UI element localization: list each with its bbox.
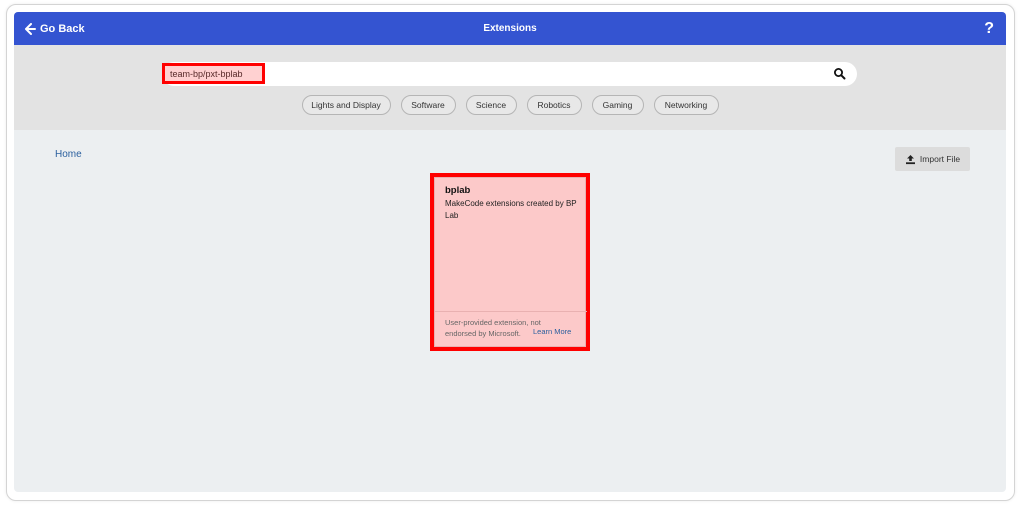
header-bar: Go Back Extensions ?	[14, 12, 1006, 45]
import-file-button[interactable]: Import File	[895, 147, 970, 171]
extension-description: MakeCode extensions created by BP Lab	[445, 199, 577, 220]
extension-name: bplab	[445, 185, 471, 196]
chip-software[interactable]: Software	[400, 95, 456, 115]
search-icon[interactable]	[833, 67, 847, 81]
chip-lights-and-display[interactable]: Lights and Display	[301, 95, 391, 115]
extension-card-body: bplab MakeCode extensions created by BP …	[434, 177, 587, 347]
go-back-button[interactable]: Go Back	[24, 12, 85, 45]
extension-card[interactable]: bplab MakeCode extensions created by BP …	[430, 173, 590, 351]
chip-science[interactable]: Science	[465, 95, 517, 115]
extensions-dialog: Go Back Extensions ? Lights and Display …	[14, 12, 1006, 492]
learn-more-link[interactable]: Learn More	[533, 327, 571, 336]
extension-card-footer: User-provided extension, not endorsed by…	[435, 311, 587, 346]
help-icon[interactable]: ?	[984, 12, 994, 45]
search-box	[162, 62, 857, 86]
go-back-label: Go Back	[40, 22, 85, 35]
chip-robotics[interactable]: Robotics	[526, 95, 582, 115]
chip-networking[interactable]: Networking	[653, 95, 719, 115]
breadcrumb-home[interactable]: Home	[55, 149, 82, 160]
search-area: Lights and Display Software Science Robo…	[14, 45, 1006, 130]
category-chips: Lights and Display Software Science Robo…	[14, 95, 1006, 115]
import-file-label: Import File	[919, 154, 961, 164]
upload-icon	[905, 154, 915, 164]
chip-gaming[interactable]: Gaming	[591, 95, 644, 115]
search-input[interactable]	[170, 64, 810, 84]
arrow-left-icon	[25, 22, 36, 35]
page-title: Extensions	[483, 23, 537, 34]
